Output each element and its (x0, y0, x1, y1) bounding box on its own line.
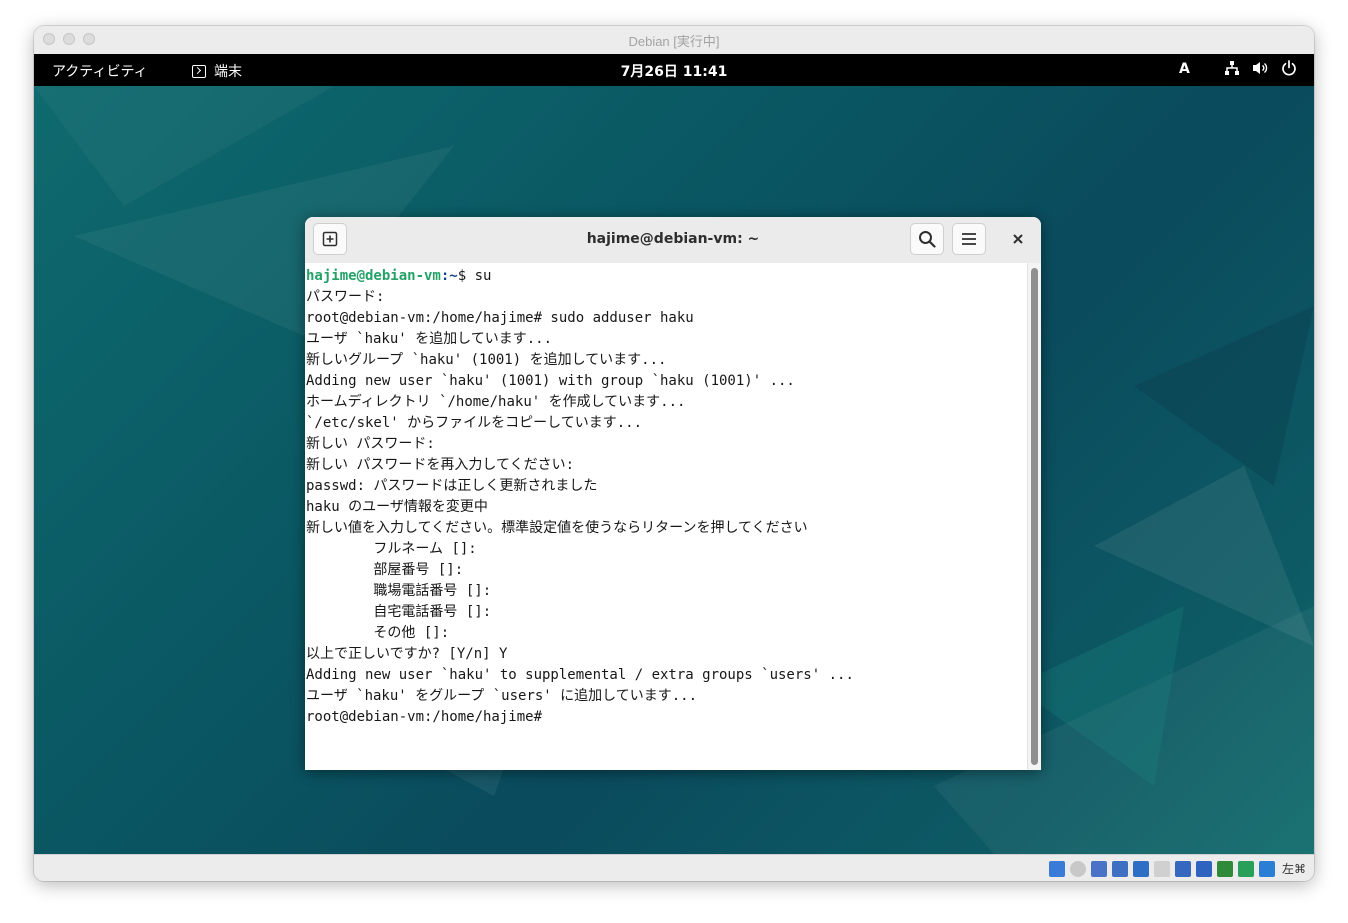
terminal-line: ユーザ `haku' をグループ `users' に追加しています... (306, 688, 698, 704)
terminal-line: 職場電話番号 []: (306, 583, 492, 599)
app-menu-button[interactable]: 端末 (192, 61, 242, 81)
virtualbox-window: Debian [実行中] アクティビティ 端末 7月26日 11:41 A ha… (34, 26, 1314, 881)
menu-button[interactable] (952, 223, 986, 255)
vm-titlebar[interactable]: Debian [実行中] (34, 26, 1314, 55)
activities-button[interactable]: アクティビティ (52, 61, 148, 81)
terminal-scrollbar[interactable] (1027, 263, 1041, 770)
network-icon (1225, 61, 1239, 75)
app-menu-label: 端末 (214, 64, 242, 80)
terminal-app-icon (192, 64, 206, 78)
hamburger-menu-icon (962, 233, 976, 245)
terminal-line: 新しい パスワード: (306, 436, 435, 452)
terminal-line: Adding new user `haku' to supplemental /… (306, 667, 854, 683)
terminal-window[interactable]: hajime@debian-vm: ~ hajime@debian-vm:~$ … (305, 217, 1041, 770)
mouse-integration-icon[interactable] (1258, 860, 1275, 877)
terminal-line: 部屋番号 []: (306, 562, 464, 578)
terminal-line: その他 []: (306, 625, 450, 641)
audio-icon[interactable] (1090, 860, 1107, 877)
display-icon[interactable] (1174, 860, 1191, 877)
system-tray[interactable] (1224, 60, 1297, 76)
usb-icon[interactable] (1132, 860, 1149, 877)
prompt-command: su (474, 268, 492, 284)
optical-drive-icon[interactable] (1069, 860, 1086, 877)
cpu-icon[interactable] (1237, 860, 1254, 877)
zoom-window-button[interactable] (83, 33, 95, 45)
recording-icon[interactable] (1216, 860, 1233, 877)
power-icon (1282, 60, 1296, 76)
terminal-line: root@debian-vm:/home/hajime# (306, 709, 543, 725)
terminal-line: パスワード: (306, 289, 385, 305)
vm-status-bar: 左⌘ (34, 854, 1314, 881)
host-key-indicator: 左⌘ (1281, 862, 1306, 876)
hard-disk-icon[interactable] (1048, 860, 1065, 877)
terminal-line: 新しい パスワードを再入力してください: (306, 457, 575, 473)
terminal-line: root@debian-vm:/home/hajime# sudo adduse… (306, 310, 694, 326)
new-tab-button[interactable] (313, 223, 347, 255)
input-method-indicator[interactable]: A (1179, 61, 1190, 77)
search-icon (919, 231, 936, 248)
terminal-output[interactable]: hajime@debian-vm:~$ su パスワード: root@debian… (305, 263, 1027, 770)
terminal-line: passwd: パスワードは正しく更新されました (306, 478, 598, 494)
new-tab-icon (322, 231, 338, 247)
close-window-button[interactable] (43, 33, 55, 45)
window-controls (43, 33, 95, 45)
gnome-top-bar: アクティビティ 端末 7月26日 11:41 A (34, 54, 1314, 86)
volume-icon (1253, 62, 1268, 74)
prompt-user: hajime@debian-vm (306, 268, 441, 284)
close-icon (1013, 234, 1023, 244)
vm-window-title: Debian [実行中] (628, 33, 720, 49)
video-capture-icon[interactable] (1195, 860, 1212, 877)
terminal-line: 新しい値を入力してください。標準設定値を使うならリターンを押してください (306, 520, 808, 536)
terminal-line: `/etc/skel' からファイルをコピーしています... (306, 415, 643, 431)
terminal-line: 自宅電話番号 []: (306, 604, 492, 620)
clock-button[interactable]: 7月26日 11:41 (621, 64, 728, 80)
terminal-line: ホームディレクトリ `/home/haku' を作成しています... (306, 394, 686, 410)
desktop-background: hajime@debian-vm: ~ hajime@debian-vm:~$ … (34, 86, 1314, 854)
terminal-headerbar[interactable]: hajime@debian-vm: ~ (305, 217, 1041, 264)
prompt-path: :~ (440, 268, 458, 284)
network-adapter-icon[interactable] (1111, 860, 1128, 877)
terminal-line: ユーザ `haku' を追加しています... (306, 331, 553, 347)
close-terminal-button[interactable] (1001, 223, 1035, 255)
status-icons: 左⌘ (1048, 860, 1306, 877)
shared-folder-icon[interactable] (1153, 860, 1170, 877)
terminal-line: フルネーム []: (306, 541, 477, 557)
terminal-line: Adding new user `haku' (1001) with group… (306, 373, 795, 389)
terminal-line: haku のユーザ情報を変更中 (306, 499, 488, 515)
scrollbar-thumb[interactable] (1031, 268, 1038, 765)
terminal-line: 新しいグループ `haku' (1001) を追加しています... (306, 352, 667, 368)
prompt-symbol: $ (457, 268, 475, 284)
terminal-line: 以上で正しいですか? [Y/n] Y (306, 646, 508, 662)
search-button[interactable] (910, 223, 944, 255)
minimize-window-button[interactable] (63, 33, 75, 45)
terminal-line-prompt: hajime@debian-vm:~$ su (306, 266, 1027, 287)
